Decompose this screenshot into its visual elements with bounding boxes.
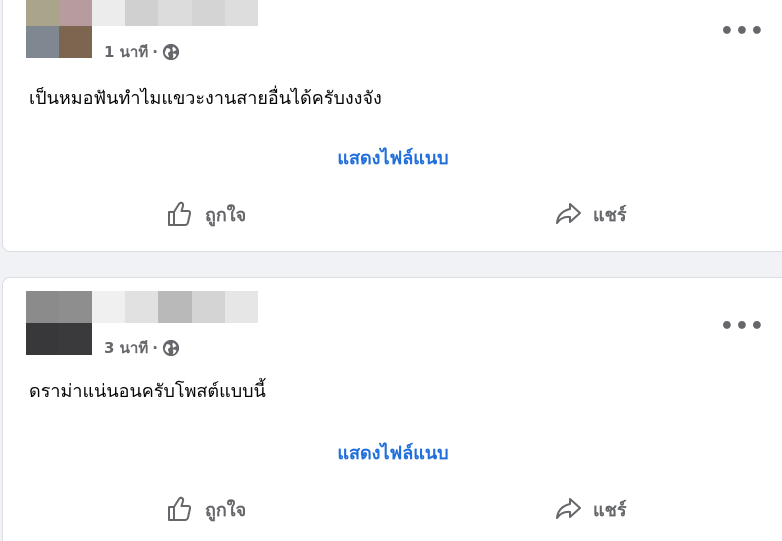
meta-separator: · xyxy=(152,43,158,61)
share-arrow-icon xyxy=(556,498,581,519)
share-label: แชร์ xyxy=(593,499,627,521)
globe-icon xyxy=(162,43,180,61)
post-text: เป็นหมอฟันทำไมแขวะงานสายอื่นได้ครับงงจัง xyxy=(29,88,382,109)
show-attachment-link[interactable]: แสดงไฟล์แนบ xyxy=(3,143,782,172)
post-timestamp[interactable]: 1 นาที xyxy=(104,40,148,64)
show-attachment-link[interactable]: แสดงไฟล์แนบ xyxy=(3,438,782,467)
name-pixel xyxy=(191,291,225,323)
post-meta: 3 นาที · xyxy=(104,336,180,360)
name-pixel xyxy=(158,291,192,323)
name-pixel xyxy=(92,0,126,26)
share-button[interactable]: แชร์ xyxy=(553,494,627,524)
avatar-pixel xyxy=(59,26,92,58)
post-meta: 1 นาที · xyxy=(104,40,180,64)
post-card: 1 นาที · ••• เป็นหมอฟันทำไมแขวะงานสายอื่… xyxy=(2,0,782,252)
name-pixel xyxy=(191,0,225,26)
post-timestamp[interactable]: 3 นาที xyxy=(104,336,148,360)
avatar-pixel xyxy=(59,291,92,323)
more-dots-icon[interactable]: ••• xyxy=(720,19,765,44)
share-label: แชร์ xyxy=(593,204,627,226)
like-button[interactable]: ถูกใจ xyxy=(165,494,246,524)
more-dots-icon[interactable]: ••• xyxy=(720,314,765,339)
share-arrow-icon xyxy=(556,203,581,224)
avatar-pixel xyxy=(59,0,92,26)
thumbs-up-icon xyxy=(168,496,192,521)
post-card: 3 นาที · ••• ดราม่าแน่นอนครับโพสต์แบบนี้… xyxy=(2,277,782,541)
avatar-pixel xyxy=(59,323,92,355)
avatar-pixel xyxy=(26,0,59,26)
globe-icon xyxy=(162,339,180,357)
avatar[interactable] xyxy=(26,0,92,58)
thumbs-up-icon xyxy=(168,201,192,226)
name-pixel xyxy=(125,291,159,323)
name-pixel xyxy=(92,291,126,323)
like-label: ถูกใจ xyxy=(205,499,247,521)
like-button[interactable]: ถูกใจ xyxy=(165,199,246,229)
avatar-pixel xyxy=(26,291,59,323)
avatar-pixel xyxy=(26,323,59,355)
name-pixel xyxy=(125,0,159,26)
name-pixel xyxy=(224,0,258,26)
avatar-pixel xyxy=(26,26,59,58)
author-name-redacted[interactable] xyxy=(92,0,258,26)
author-name-redacted[interactable] xyxy=(92,291,258,323)
like-label: ถูกใจ xyxy=(205,204,247,226)
name-pixel xyxy=(158,0,192,26)
avatar[interactable] xyxy=(26,291,92,355)
share-button[interactable]: แชร์ xyxy=(553,199,627,229)
meta-separator: · xyxy=(152,339,158,357)
post-text: ดราม่าแน่นอนครับโพสต์แบบนี้ xyxy=(29,381,266,402)
name-pixel xyxy=(224,291,258,323)
